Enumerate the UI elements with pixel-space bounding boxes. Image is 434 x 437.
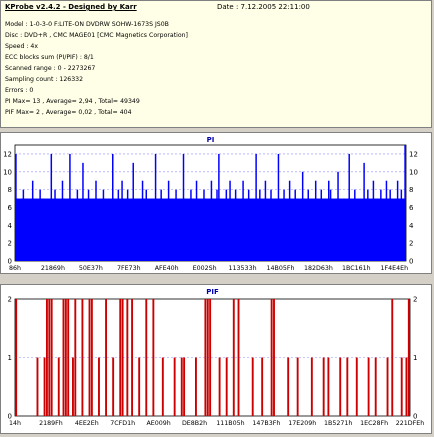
y-tick-label: 8 <box>8 186 12 194</box>
pif-chart-panel: PIF 0 0 1 1 2 2 14h 2189Fh 4EE2Eh 7CFD1h AE009h DE8B… <box>0 284 432 434</box>
x-tick-label: 221DFEh <box>396 420 424 427</box>
x-tick-label: AFE40h <box>155 265 179 272</box>
sampling-count: Sampling count : 126332 <box>5 76 84 83</box>
scan-speed: Speed : 4x <box>5 43 39 50</box>
y-tick-label-right: 2 <box>413 296 417 304</box>
y-tick-label-right: 6 <box>409 204 414 212</box>
y-tick-label: 10 <box>3 168 12 176</box>
x-tick-label: E002Sh <box>193 265 217 272</box>
disc-info: Disc : DVD+R , CMC MAGE01 [CMC Magnetics… <box>5 32 188 39</box>
x-tick-label: 2189Fh <box>39 420 63 427</box>
y-tick-label-right: 2 <box>409 240 413 248</box>
scanned-range: Scanned range : 0 - 2273267 <box>5 65 96 72</box>
y-tick-label: 2 <box>8 240 12 248</box>
x-tick-label: 147B3Fh <box>252 420 280 427</box>
x-tick-label: AE009h <box>146 420 170 427</box>
x-tick-label: 182D63h <box>304 265 333 272</box>
y-tick-label-right: 10 <box>409 168 418 176</box>
x-tick-label: 14B05Fh <box>267 265 295 272</box>
y-tick-label: 4 <box>8 222 13 230</box>
x-tick-label: 4EE2Eh <box>75 420 99 427</box>
x-tick-label: 1BC161h <box>342 265 371 272</box>
x-tick-label: 111B05h <box>216 420 244 427</box>
y-tick-label-right: 0 <box>409 258 413 266</box>
y-tick-label: 1 <box>8 354 12 362</box>
x-tick-label: 86h <box>9 265 21 272</box>
pi-chart: PI0 02 24 46 68 810 1012 1286h 21869h 50E37h 7FE73… <box>3 136 418 272</box>
x-tick-label: 7FE73h <box>117 265 141 272</box>
x-tick-label: 50E37h <box>79 265 103 272</box>
drive-model: Model : 1-0-3-0 F:LITE-ON DVDRW SOHW-167… <box>5 21 169 28</box>
x-tick-label: 113533h <box>229 265 257 272</box>
x-tick-label: 14h <box>9 420 21 427</box>
y-tick-label: 2 <box>8 296 12 304</box>
info-panel: KProbe v2.4.2 - Designed by Karr Date : … <box>0 0 432 128</box>
chart-title: PIF <box>206 288 219 296</box>
y-tick-label: 12 <box>3 150 12 158</box>
ecc-blocks-sum: ECC blocks sum (PI/PIF) : 8/1 <box>5 54 94 61</box>
pif-statistics: PIF Max= 2 , Average= 0,02 , Total= 404 <box>5 109 132 116</box>
pi-chart-panel: PI 0 0 2 2 4 4 6 6 8 8 10 10 12 12 86h 21869h 50E37h 7FE73… <box>0 132 432 274</box>
x-tick-label: 1B5271h <box>324 420 352 427</box>
x-tick-label: 1EC28Fh <box>360 420 388 427</box>
y-tick-label-right: 4 <box>409 222 414 230</box>
x-tick-label: 7CFD1h <box>110 420 135 427</box>
x-tick-label: 17E209h <box>288 420 316 427</box>
pif-chart: PIF0 01 12 214h 2189Fh 4EE2Eh 7CFD1h AE009h DE8B… <box>8 288 425 427</box>
x-tick-label: 1F4E4Eh <box>380 265 408 272</box>
x-tick-label: 21869h <box>41 265 65 272</box>
app-title: KProbe v2.4.2 - Designed by Karr <box>5 3 137 11</box>
y-tick-label-right: 8 <box>409 186 413 194</box>
chart-title: PI <box>207 136 215 144</box>
y-tick-label-right: 1 <box>413 354 417 362</box>
pi-statistics: PI Max= 13 , Average= 2,94 , Total= 4934… <box>5 98 140 105</box>
scan-date: Date : 7.12.2005 22:11:00 <box>217 3 310 11</box>
y-tick-label-right: 12 <box>409 150 418 158</box>
error-count: Errors : 0 <box>5 87 34 94</box>
y-tick-label: 6 <box>8 204 13 212</box>
x-tick-label: DE8B2h <box>182 420 207 427</box>
